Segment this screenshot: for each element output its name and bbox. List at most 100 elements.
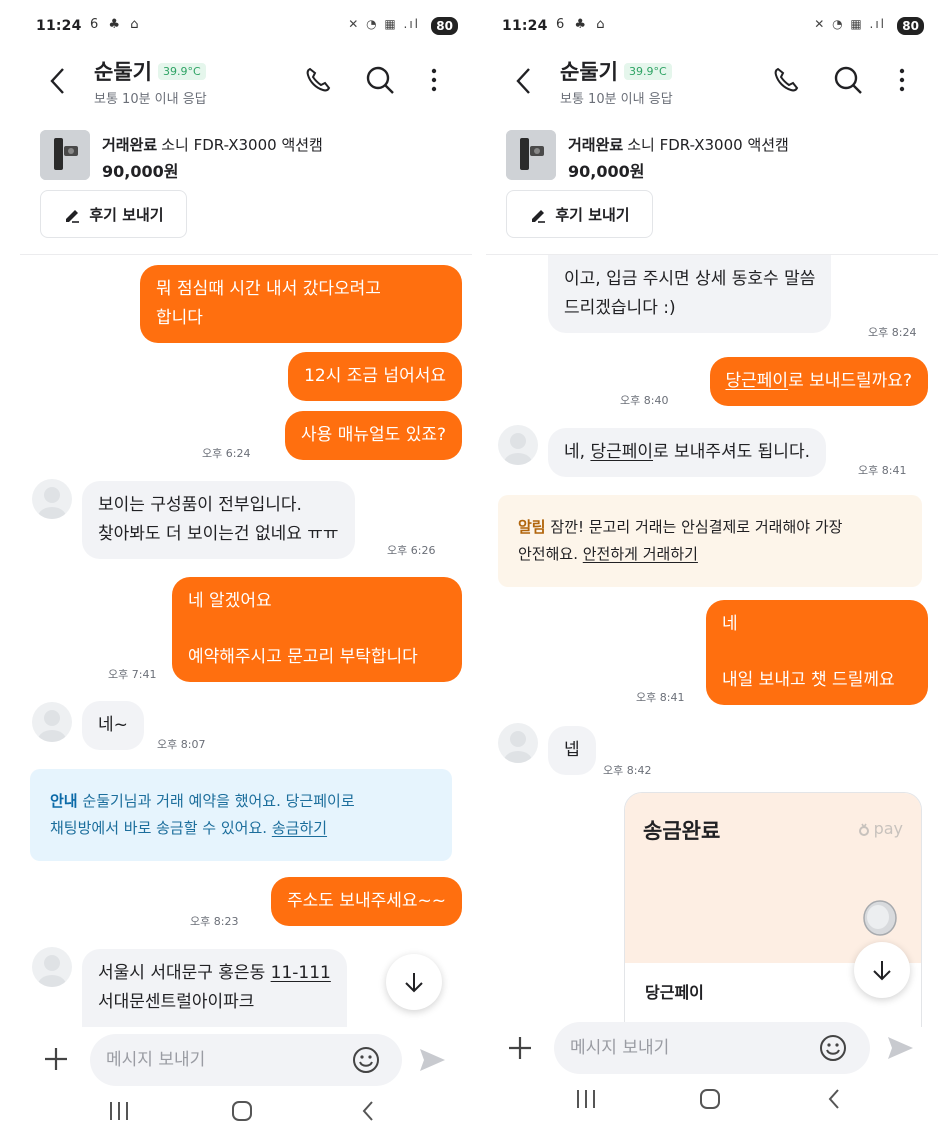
message-bubble-incoming: 넵 — [548, 726, 596, 775]
message-text: 내일 보내고 챗 드릴께요 — [722, 670, 895, 690]
battery-indicator: 80 — [897, 17, 924, 35]
alert-text: 잠깐! 문고리 거래는 안심결제로 거래해야 가장 — [550, 518, 843, 536]
carrot-logo-icon — [858, 823, 869, 836]
plus-icon[interactable] — [40, 1043, 72, 1075]
home-icon[interactable] — [222, 1091, 262, 1131]
message-text: 뭐 점심때 시간 내서 갔다오려고 — [156, 279, 381, 299]
product-status: 거래완료 — [568, 136, 624, 154]
safe-trade-alert: 알림 잠깐! 문고리 거래는 안심결제로 거래해야 가장 안전해요. 안전하게 … — [498, 495, 922, 587]
product-title: 소니 FDR-X3000 액션캠 — [627, 136, 789, 154]
scroll-to-bottom-button[interactable] — [854, 942, 910, 998]
search-icon[interactable] — [830, 62, 866, 98]
message-timestamp: 오후 8:40 — [620, 394, 669, 407]
product-name: 거래완료 소니 FDR-X3000 액션캠 — [568, 134, 789, 155]
alert-label: 알림 — [518, 518, 546, 536]
emoji-icon[interactable] — [351, 1045, 381, 1075]
message-bubble-outgoing: 당근페이로 보내드릴까요? — [709, 357, 928, 406]
recents-icon[interactable] — [99, 1091, 139, 1131]
avatar[interactable] — [32, 702, 72, 742]
message-bubble-incoming: 이고, 입금 주시면 상세 동호수 말씀 드리겠습니다 :) — [548, 255, 832, 333]
scroll-to-bottom-button[interactable] — [386, 954, 442, 1010]
message-bubble-incoming: 보이는 구성품이 전부입니다. 찾아봐도 더 보이는건 없네요 ㅠㅠ — [82, 481, 355, 559]
message-bubble-outgoing: 뭐 점심때 시간 내서 갔다오려고 합니다 — [140, 265, 462, 343]
recents-icon[interactable] — [566, 1079, 606, 1119]
status-notification-icons: 6 ♣ ⌂ — [556, 17, 608, 32]
message-text: 이고, 입금 주시면 상세 동호수 말씀 — [564, 269, 816, 289]
carrot-pay-link[interactable]: 당근페이 — [726, 371, 789, 391]
more-vert-icon[interactable] — [416, 62, 452, 98]
send-money-link[interactable]: 송금하기 — [272, 819, 327, 837]
notice-label: 안내 — [50, 792, 78, 810]
message-bubble-outgoing: 네 내일 보내고 챗 드릴께요 — [706, 600, 928, 705]
message-timestamp: 오후 8:41 — [858, 464, 907, 477]
message-timestamp: 오후 7:41 — [108, 668, 157, 681]
send-icon[interactable] — [416, 1044, 448, 1076]
back-arrow-icon[interactable] — [46, 64, 70, 98]
plus-icon[interactable] — [504, 1032, 536, 1064]
message-text: 보이는 구성품이 전부입니다. — [98, 495, 302, 515]
trade-reservation-notice: 안내 순둘기님과 거래 예약을 했어요. 당근페이로 채팅방에서 바로 송금할 … — [30, 769, 452, 861]
home-icon[interactable] — [690, 1079, 730, 1119]
notice-text: 순둘기님과 거래 예약을 했어요. 당근페이로 — [82, 792, 355, 810]
message-text: 주소도 보내주세요~~ — [286, 891, 446, 911]
message-text: 네 알겠어요 — [188, 591, 272, 611]
nav-back-icon[interactable] — [348, 1091, 388, 1131]
emoji-icon[interactable] — [818, 1033, 848, 1063]
send-review-label: 후기 보내기 — [555, 205, 630, 224]
address-link[interactable]: 11-111 — [271, 963, 331, 983]
pay-brand-text: pay — [873, 819, 903, 838]
pencil-icon — [532, 210, 546, 223]
send-review-button[interactable]: 후기 보내기 — [506, 190, 653, 238]
message-list[interactable]: 뭐 점심때 시간 내서 갔다오려고 합니다 12시 조금 넘어서요 사용 매뉴얼… — [10, 255, 472, 1027]
send-icon[interactable] — [884, 1032, 916, 1064]
search-icon[interactable] — [362, 62, 398, 98]
product-price: 90,000원 — [568, 162, 645, 181]
product-thumbnail[interactable] — [40, 130, 90, 180]
message-text: 로 보내드릴까요? — [788, 371, 912, 391]
arrow-down-icon — [873, 961, 891, 981]
message-bubble-incoming: 네~ — [82, 701, 144, 750]
send-review-button[interactable]: 후기 보내기 — [40, 190, 187, 238]
alert-text: 안전해요. — [518, 545, 578, 563]
message-bubble-outgoing: 네 알겠어요 예약해주시고 문고리 부탁합니다 — [172, 577, 462, 682]
manner-temperature-badge: 39.9°C — [157, 62, 206, 80]
message-bubble-outgoing: 12시 조금 넘어서요 — [288, 352, 462, 401]
status-signal-icons: ✕ ◔ ▦ .ıl — [814, 17, 886, 31]
message-list[interactable]: 이고, 입금 주시면 상세 동호수 말씀 드리겠습니다 :) 오후 8:24 당… — [476, 255, 938, 1027]
response-time-text: 보통 10분 이내 응답 — [94, 92, 207, 107]
message-text: 로 보내주셔도 됩니다. — [653, 442, 810, 462]
message-text: 합니다 — [156, 308, 203, 328]
status-time: 11:24 — [36, 18, 82, 34]
avatar[interactable] — [498, 425, 538, 465]
message-text: 서대문센트럴아이파크 — [98, 992, 255, 1012]
notice-text: 채팅방에서 바로 송금할 수 있어요. — [50, 819, 268, 837]
nav-back-icon[interactable] — [814, 1079, 854, 1119]
avatar[interactable] — [32, 947, 72, 987]
message-text: 찾아봐도 더 보이는건 없네요 ㅠㅠ — [98, 524, 339, 544]
phone-icon[interactable] — [300, 62, 336, 98]
back-arrow-icon[interactable] — [512, 64, 536, 98]
product-status: 거래완료 — [102, 136, 158, 154]
message-timestamp: 오후 8:07 — [157, 738, 206, 751]
more-vert-icon[interactable] — [884, 62, 920, 98]
phone-icon[interactable] — [768, 62, 804, 98]
system-navigation-bar — [10, 1083, 472, 1143]
payment-footer-label: 당근페이 — [645, 983, 704, 1002]
carrot-pay-logo: pay — [858, 819, 903, 838]
send-review-label: 후기 보내기 — [89, 205, 164, 224]
product-title: 소니 FDR-X3000 액션캠 — [161, 136, 323, 154]
message-bubble-incoming: 서울시 서대문구 홍은동 11-111 서대문센트럴아이파크 — [82, 949, 347, 1027]
product-name: 거래완료 소니 FDR-X3000 액션캠 — [102, 134, 323, 155]
chat-screen-right: 11:24 6 ♣ ⌂ ✕ ◔ ▦ .ıl 80 순둘기 39.9°C 보통 1… — [476, 0, 938, 1143]
response-time-text: 보통 10분 이내 응답 — [560, 92, 673, 107]
avatar[interactable] — [498, 723, 538, 763]
product-thumbnail[interactable] — [506, 130, 556, 180]
avatar[interactable] — [32, 479, 72, 519]
message-text: 네, — [564, 442, 591, 462]
carrot-pay-link[interactable]: 당근페이 — [590, 442, 653, 462]
message-text: 네~ — [98, 715, 128, 735]
message-timestamp: 오후 8:23 — [190, 915, 239, 928]
chat-title-row: 순둘기 39.9°C — [560, 56, 672, 86]
pencil-icon — [66, 210, 80, 223]
safe-trade-link[interactable]: 안전하게 거래하기 — [583, 545, 698, 563]
